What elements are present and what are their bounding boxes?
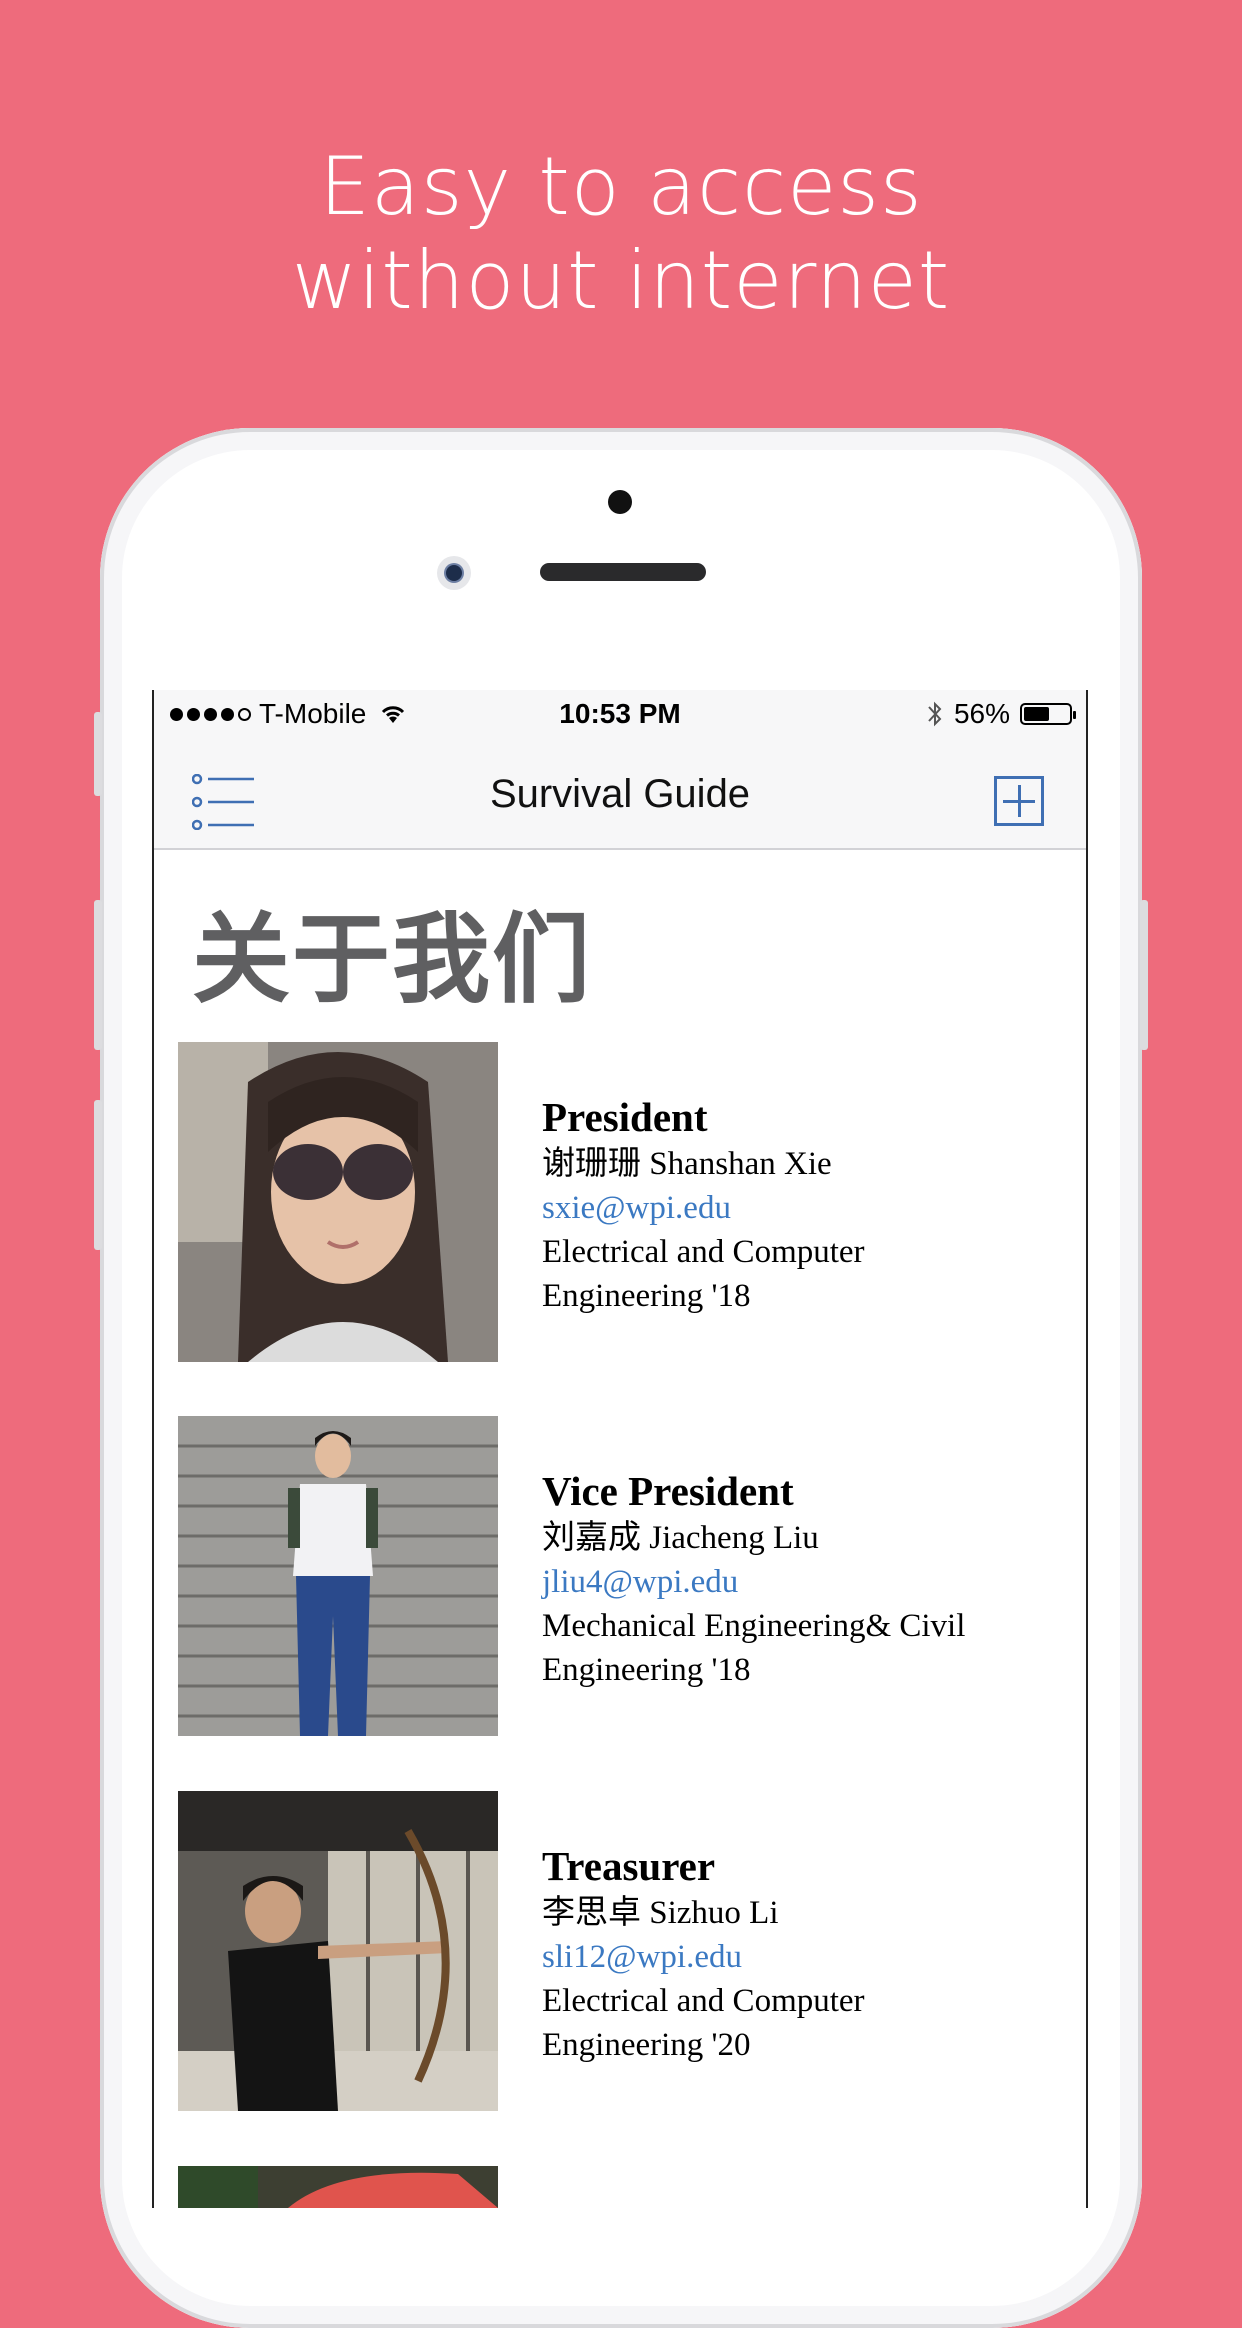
battery-fill: [1024, 707, 1049, 721]
member-photo: [178, 2166, 498, 2208]
member-email-link[interactable]: sxie@wpi.edu: [542, 1186, 1062, 1230]
member-major-line2: Engineering '18: [542, 1278, 751, 1314]
member-card: Vice President 刘嘉成 Jiacheng Liu jliu4@wp…: [178, 1416, 1078, 1736]
headline-line-1: Easy to access: [319, 140, 923, 233]
member-role: Vice President: [542, 1468, 794, 1514]
member-card: [178, 2166, 1078, 2208]
member-name: 谢珊珊 Shanshan Xie: [542, 1146, 832, 1182]
member-role: Treasurer: [542, 1843, 716, 1889]
front-camera-icon: [437, 556, 471, 590]
battery-icon: [1020, 703, 1076, 725]
member-card: President 谢珊珊 Shanshan Xie sxie@wpi.edu …: [178, 1042, 1078, 1362]
status-right: 56%: [926, 698, 1076, 730]
member-email-link[interactable]: sli12@wpi.edu: [542, 1935, 1062, 1979]
member-info: Treasurer 李思卓 Sizhuo Li sli12@wpi.edu El…: [542, 1841, 1062, 2067]
power-button: [1140, 900, 1148, 1050]
phone-screen: T-Mobile 10:53 PM 56% Survival Guide 关于我…: [152, 690, 1088, 2208]
member-name: 刘嘉成 Jiacheng Liu: [542, 1520, 819, 1556]
mute-switch: [94, 712, 102, 796]
status-bar: T-Mobile 10:53 PM 56%: [154, 690, 1086, 740]
battery-percent: 56%: [953, 698, 1010, 729]
member-major-line2: Engineering '18: [542, 1652, 751, 1688]
member-major-line2: Engineering '20: [542, 2027, 751, 2063]
member-photo: [178, 1416, 498, 1736]
earpiece-speaker: [540, 563, 706, 581]
member-role: President: [542, 1094, 708, 1140]
member-email-link[interactable]: jliu4@wpi.edu: [542, 1560, 1062, 1604]
proximity-sensor: [608, 490, 632, 514]
member-info: President 谢珊珊 Shanshan Xie sxie@wpi.edu …: [542, 1092, 1062, 1318]
volume-down-button: [94, 1100, 102, 1250]
add-square-icon[interactable]: [994, 776, 1044, 826]
member-info: Vice President 刘嘉成 Jiacheng Liu jliu4@wp…: [542, 1466, 1062, 1692]
member-name: 李思卓 Sizhuo Li: [542, 1895, 779, 1931]
page-title: 关于我们: [192, 903, 593, 1017]
headline-line-2: without internet: [291, 234, 951, 327]
marketing-headline: Easy to access without internet: [0, 140, 1242, 328]
nav-title: Survival Guide: [489, 772, 751, 816]
bluetooth-icon: [928, 701, 942, 727]
member-major-line1: Electrical and Computer: [542, 1234, 865, 1270]
volume-up-button: [94, 900, 102, 1050]
navigation-bar: Survival Guide: [154, 740, 1086, 850]
member-photo: [178, 1042, 498, 1362]
member-major-line1: Electrical and Computer: [542, 1983, 865, 2019]
member-photo: [178, 1791, 498, 2111]
member-card: Treasurer 李思卓 Sizhuo Li sli12@wpi.edu El…: [178, 1791, 1078, 2111]
member-major-line1: Mechanical Engineering& Civil: [542, 1608, 966, 1644]
